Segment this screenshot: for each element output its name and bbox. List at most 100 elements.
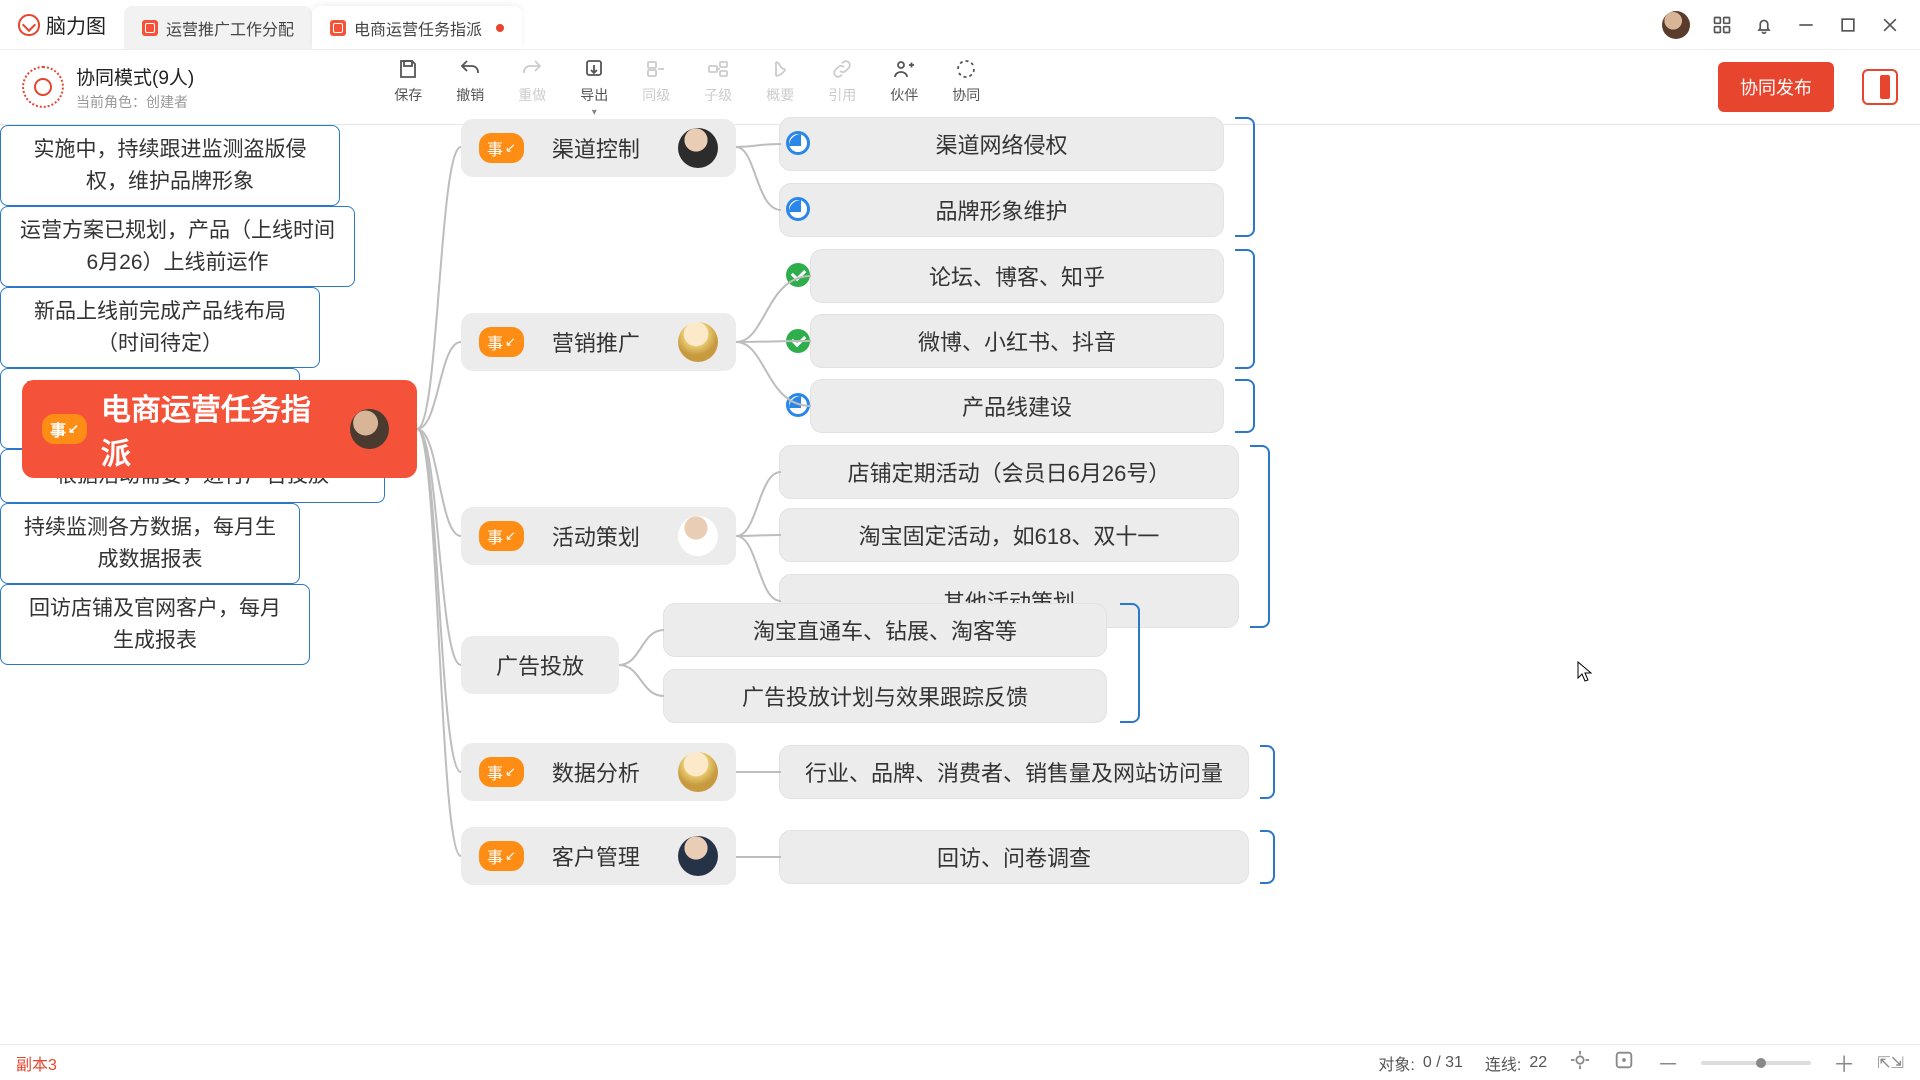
side-panel-toggle[interactable] <box>1862 69 1898 105</box>
leaf-label: 论坛、博客、知乎 <box>929 260 1105 292</box>
publish-label: 协同发布 <box>1740 78 1812 98</box>
branch-label: 广告投放 <box>496 649 584 681</box>
peer-label: 同级 <box>642 85 670 105</box>
summary-note[interactable]: 实施中，持续跟进监测盗版侵权，维护品牌形象 <box>0 125 340 206</box>
title-bar: 脑力图 运营推广工作分配 电商运营任务指派 <box>0 0 1920 50</box>
branch-cust[interactable]: 事 客户管理 <box>461 827 736 885</box>
partner-label: 伙伴 <box>890 85 918 105</box>
redo-button[interactable]: 重做 <box>518 57 546 118</box>
close-icon[interactable] <box>1880 15 1900 35</box>
objects-label: 对象: <box>1378 1051 1414 1075</box>
child-label: 子级 <box>704 85 732 105</box>
summary-button[interactable]: 概要 <box>766 57 794 118</box>
tab-inactive[interactable]: 运营推广工作分配 <box>124 6 312 49</box>
fit-icon[interactable] <box>1613 1049 1635 1077</box>
leaf-node[interactable]: 产品线建设 <box>810 379 1224 433</box>
avatar <box>678 128 718 168</box>
leaf-node[interactable]: 品牌形象维护 <box>779 183 1224 237</box>
leaf-label: 微博、小红书、抖音 <box>918 325 1116 357</box>
maximize-icon[interactable] <box>1838 15 1858 35</box>
leaf-node[interactable]: 回访、问卷调查 <box>779 830 1249 884</box>
progress-done-icon <box>786 329 810 353</box>
publish-button[interactable]: 协同发布 <box>1718 62 1834 112</box>
avatar <box>678 322 718 362</box>
note-text: 实施中，持续跟进监测盗版侵权，维护品牌形象 <box>19 134 321 197</box>
leaf-label: 渠道网络侵权 <box>935 128 1067 160</box>
branch-label: 渠道控制 <box>552 132 640 164</box>
status-bar: 副本3 对象: 0 / 31 连线: 22 － ＋ ⇱⇲ <box>0 1044 1920 1080</box>
progress-partial-icon <box>786 197 810 221</box>
leaf-node[interactable]: 微博、小红书、抖音 <box>810 314 1224 368</box>
save-label: 保存 <box>394 85 422 105</box>
leaf-node[interactable]: 店铺定期活动（会员日6月26号） <box>779 445 1239 499</box>
undo-button[interactable]: 撤销 <box>456 57 484 118</box>
tag-pill: 事 <box>42 414 87 444</box>
tab-active[interactable]: 电商运营任务指派 <box>312 6 522 49</box>
summary-note[interactable]: 回访店铺及官网客户，每月生成报表 <box>0 584 310 665</box>
tag-text: 事 <box>487 524 503 548</box>
leaf-node[interactable]: 渠道网络侵权 <box>779 117 1224 171</box>
tab-label-0: 运营推广工作分配 <box>166 16 294 40</box>
note-text: 回访店铺及官网客户，每月生成报表 <box>19 593 291 656</box>
branch-marketing[interactable]: 事 营销推广 <box>461 313 736 371</box>
apps-icon[interactable] <box>1712 15 1732 35</box>
sync-button[interactable]: 协同 <box>952 57 980 118</box>
note-text: 新品上线前完成产品线布局（时间待定） <box>19 296 301 359</box>
tag-pill: 事 <box>479 521 524 551</box>
zoom-slider[interactable] <box>1701 1061 1811 1065</box>
zoom-out-icon[interactable]: － <box>1657 1047 1679 1079</box>
avatar <box>678 836 718 876</box>
ref-button[interactable]: 引用 <box>828 57 856 118</box>
export-button[interactable]: 导出▾ <box>580 57 608 118</box>
tag-pill: 事 <box>479 133 524 163</box>
branch-label: 营销推广 <box>552 326 640 358</box>
branch-channel[interactable]: 事 渠道控制 <box>461 119 736 177</box>
expand-icon[interactable]: ⇱⇲ <box>1877 1053 1904 1073</box>
branch-event[interactable]: 事 活动策划 <box>461 507 736 565</box>
bell-icon[interactable] <box>1754 15 1774 35</box>
zoom-in-icon[interactable]: ＋ <box>1833 1047 1855 1079</box>
tag-text: 事 <box>50 417 66 441</box>
locate-icon[interactable] <box>1569 1049 1591 1077</box>
app-logo: 脑力图 <box>0 0 124 49</box>
summary-note[interactable]: 运营方案已规划，产品（上线时间6月26）上线前运作 <box>0 206 355 287</box>
avatar <box>678 516 718 556</box>
bracket-icon <box>1235 379 1255 433</box>
leaf-node[interactable]: 论坛、博客、知乎 <box>810 249 1224 303</box>
app-name: 脑力图 <box>46 10 106 39</box>
lines-value: 22 <box>1529 1054 1547 1072</box>
bracket-icon <box>1260 745 1275 799</box>
branch-label: 活动策划 <box>552 520 640 552</box>
leaf-label: 品牌形象维护 <box>935 194 1067 226</box>
tag-text: 事 <box>487 136 503 160</box>
branch-ads[interactable]: 广告投放 <box>461 636 619 694</box>
leaf-node[interactable]: 行业、品牌、消费者、销售量及网站访问量 <box>779 745 1249 799</box>
summary-note[interactable]: 持续监测各方数据，每月生成数据报表 <box>0 503 300 584</box>
leaf-node[interactable]: 广告投放计划与效果跟踪反馈 <box>663 669 1107 723</box>
bracket-icon <box>1260 830 1275 884</box>
minimize-icon[interactable] <box>1796 15 1816 35</box>
leaf-node[interactable]: 淘宝直通车、钻展、淘客等 <box>663 603 1107 657</box>
objects-value: 0 / 31 <box>1423 1054 1463 1072</box>
user-avatar[interactable] <box>1662 11 1690 39</box>
tab-icon <box>330 20 346 36</box>
summary-label: 概要 <box>766 85 794 105</box>
peer-button[interactable]: 同级 <box>642 57 670 118</box>
branch-data[interactable]: 事 数据分析 <box>461 743 736 801</box>
copy-badge[interactable]: 副本3 <box>16 1051 57 1075</box>
collab-ring-icon <box>22 66 64 108</box>
tab-icon <box>142 20 158 36</box>
save-button[interactable]: 保存 <box>394 57 422 118</box>
ref-label: 引用 <box>828 85 856 105</box>
summary-note[interactable]: 新品上线前完成产品线布局（时间待定） <box>0 287 320 368</box>
partner-button[interactable]: 伙伴 <box>890 57 918 118</box>
leaf-node[interactable]: 淘宝固定活动，如618、双十一 <box>779 508 1239 562</box>
lines-label: 连线: <box>1485 1051 1521 1075</box>
mindmap-canvas[interactable]: 事 电商运营任务指派 事 渠道控制 事 营销推广 事 活动策划 广告投放 事 数… <box>0 125 1920 1044</box>
tag-pill: 事 <box>479 841 524 871</box>
child-button[interactable]: 子级 <box>704 57 732 118</box>
sync-label: 协同 <box>952 85 980 105</box>
tag-pill: 事 <box>479 757 524 787</box>
root-node[interactable]: 事 电商运营任务指派 <box>22 380 417 478</box>
collab-info[interactable]: 协同模式(9人) 当前角色：创建者 <box>22 63 194 112</box>
